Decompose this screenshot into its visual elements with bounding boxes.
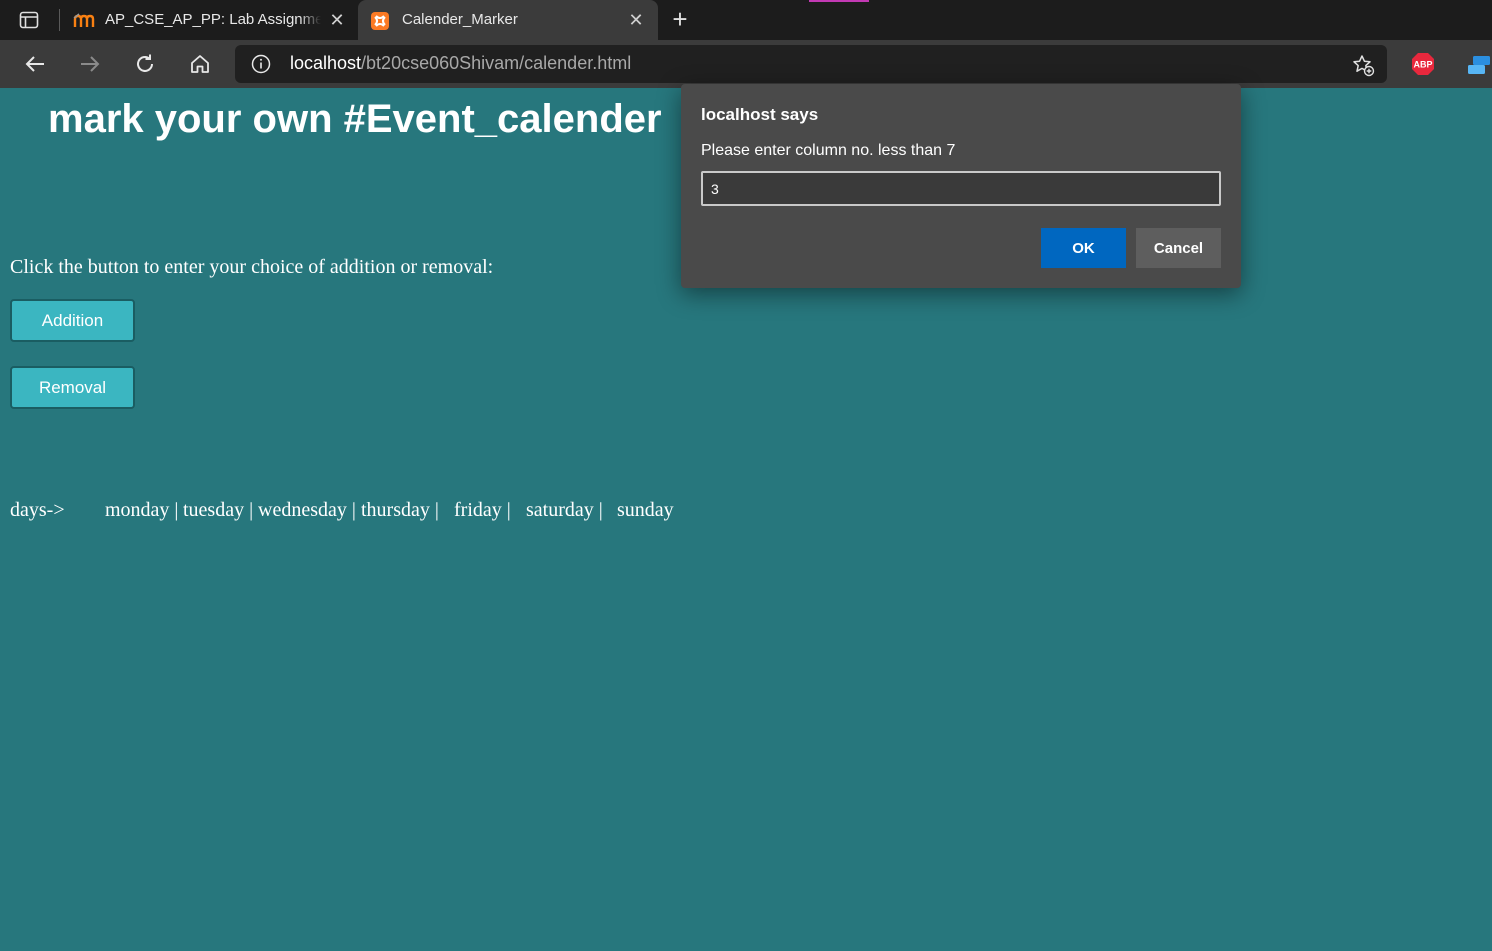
tab-title: Calender_Marker	[402, 11, 518, 28]
tab-separator	[59, 9, 60, 31]
days-label: days->	[10, 499, 65, 521]
refresh-icon[interactable]	[131, 50, 159, 78]
ok-button[interactable]: OK	[1041, 228, 1126, 268]
moodle-m-icon	[73, 11, 95, 29]
add-favorite-icon[interactable]	[1351, 53, 1375, 77]
adblock-plus-icon[interactable]: ABP	[1411, 52, 1435, 76]
addition-button[interactable]: Addition	[10, 299, 135, 342]
dialog-input[interactable]	[701, 171, 1221, 206]
prompt-dialog: localhost says Please enter column no. l…	[681, 84, 1241, 288]
tab-actions-icon[interactable]	[14, 8, 44, 32]
extension-icon[interactable]	[1466, 54, 1490, 76]
day-tuesday: tuesday |	[183, 499, 254, 521]
tab-accent-line	[809, 0, 869, 2]
info-icon[interactable]	[251, 54, 271, 74]
forward-arrow-icon[interactable]	[76, 50, 104, 78]
cancel-button[interactable]: Cancel	[1136, 228, 1221, 268]
xampp-icon	[370, 11, 390, 30]
day-sunday: sunday	[617, 499, 674, 521]
dialog-title: localhost says	[701, 105, 819, 124]
home-icon[interactable]	[186, 50, 214, 78]
day-wednesday: wednesday |	[258, 499, 356, 521]
close-icon[interactable]: ✕	[628, 11, 644, 29]
svg-text:ABP: ABP	[1413, 60, 1432, 70]
close-icon[interactable]: ✕	[329, 11, 345, 29]
day-thursday: thursday |	[361, 499, 439, 521]
removal-button[interactable]: Removal	[10, 366, 135, 409]
day-monday: monday |	[105, 499, 179, 521]
url-host: localhost	[290, 53, 362, 73]
page-title: mark your own #Event_calender	[48, 97, 662, 141]
tab-calender-marker[interactable]: Calender_Marker ✕	[358, 0, 658, 40]
days-header-row: days-> monday | tuesday | wednesday | th…	[10, 499, 674, 522]
day-saturday: saturday |	[526, 499, 603, 521]
instruction-text: Click the button to enter your choice of…	[10, 256, 494, 278]
url-text[interactable]: localhost/bt20cse060Shivam/calender.html	[290, 53, 631, 74]
day-friday: friday |	[454, 499, 511, 521]
new-tab-plus-icon[interactable]: +	[668, 6, 692, 32]
address-bar[interactable]: localhost/bt20cse060Shivam/calender.html	[235, 45, 1387, 83]
browser-toolbar: localhost/bt20cse060Shivam/calender.html…	[0, 40, 1492, 88]
back-arrow-icon[interactable]	[21, 50, 49, 78]
tab-bar: AP_CSE_AP_PP: Lab Assignment ( ✕ Calende…	[0, 0, 1492, 40]
tab-lab-assignment[interactable]: AP_CSE_AP_PP: Lab Assignment ( ✕	[61, 0, 357, 40]
tab-title: AP_CSE_AP_PP: Lab Assignment (	[105, 11, 321, 28]
dialog-message: Please enter column no. less than 7	[701, 142, 956, 159]
url-path: /bt20cse060Shivam/calender.html	[361, 53, 632, 73]
